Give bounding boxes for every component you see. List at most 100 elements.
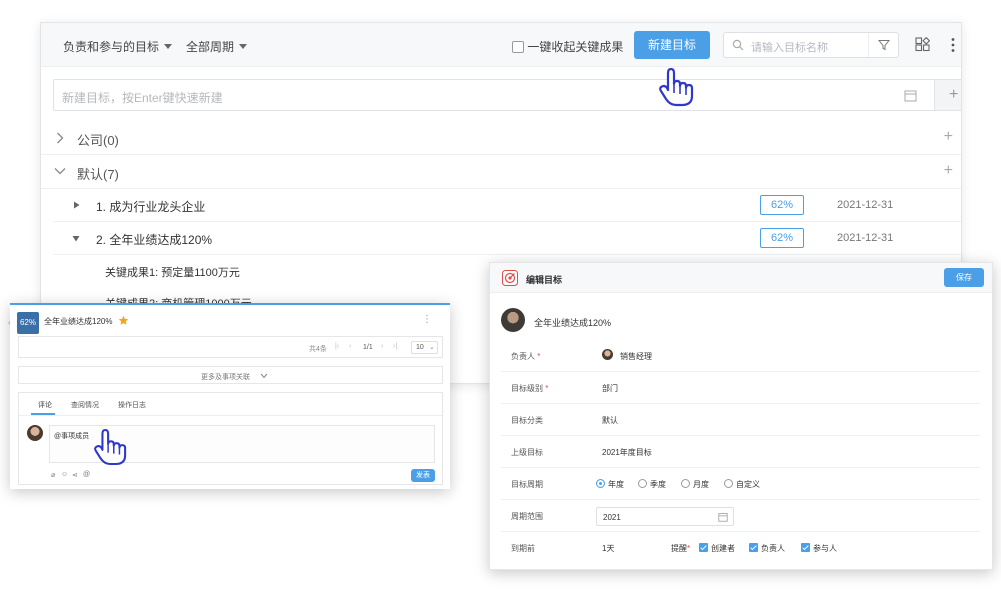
more-vertical-icon[interactable]: ⋮ xyxy=(422,314,432,325)
collapse-label: 一键收起关键成果 xyxy=(527,40,624,54)
field-category[interactable]: 目标分类 默认 xyxy=(501,404,981,436)
edit-panel-header: 编辑目标 保存 xyxy=(490,263,992,293)
triangle-right-icon[interactable] xyxy=(73,201,80,209)
chevron-down-icon: ⌄ xyxy=(429,344,435,351)
tab-divider xyxy=(19,415,442,416)
objective-row[interactable]: 2. 全年业绩达成120% 62% 2021-12-31 xyxy=(53,222,961,255)
tab-comments[interactable]: 评论 xyxy=(38,400,52,410)
category-label: 目标分类 xyxy=(511,416,543,425)
avatar xyxy=(27,425,43,441)
add-to-group-plus-icon[interactable]: + xyxy=(944,128,953,146)
quick-create-input[interactable]: 新建目标，按Enter键快速新建 + xyxy=(53,79,961,111)
tab-operation-log[interactable]: 操作日志 xyxy=(118,400,146,410)
checkbox-checked-icon xyxy=(749,543,758,552)
send-comment-button[interactable]: 发表 xyxy=(411,469,435,482)
cycle-option-year[interactable]: 年度 xyxy=(596,479,624,490)
chevron-down-icon xyxy=(260,373,268,379)
scope-filter-dropdown[interactable]: 负责和参与的目标 xyxy=(63,38,173,55)
radio-icon xyxy=(681,479,690,488)
remind-participant-checkbox[interactable]: 参与人 xyxy=(801,543,837,554)
search-icon xyxy=(732,39,744,51)
group-label: 公司(0) xyxy=(77,133,119,148)
page-size-select[interactable]: 10 ⌄ xyxy=(411,341,438,354)
filter-button[interactable] xyxy=(868,33,898,57)
more-associations-link[interactable]: 更多及事项关联 xyxy=(201,372,250,382)
caret-down-icon xyxy=(239,44,248,49)
first-page-icon[interactable]: |‹ xyxy=(335,343,339,350)
add-to-group-plus-icon[interactable]: + xyxy=(944,162,953,180)
range-label: 周期范围 xyxy=(511,512,543,521)
collapse-left-icon[interactable]: ‹ xyxy=(8,318,11,327)
radio-icon xyxy=(638,479,647,488)
quick-create-add-button[interactable]: + xyxy=(934,80,961,110)
level-label: 目标级别 * xyxy=(511,384,549,393)
mention-icon[interactable]: @ xyxy=(83,471,90,478)
next-page-icon[interactable]: › xyxy=(381,343,383,350)
goal-avatar xyxy=(501,308,525,332)
prev-page-icon[interactable]: ‹ xyxy=(349,343,351,350)
objective-title[interactable]: 1. 成为行业龙头企业 xyxy=(96,198,205,215)
calendar-icon xyxy=(718,513,728,522)
goal-title: 全年业绩达成120% xyxy=(534,318,612,328)
radio-selected-icon xyxy=(596,479,605,488)
triangle-down-icon[interactable] xyxy=(72,235,80,242)
owner-avatar xyxy=(602,349,613,360)
tab-read-status[interactable]: 查阅情况 xyxy=(71,400,99,410)
field-cycle: 目标周期 年度 季度 月度 自定义 xyxy=(501,468,981,500)
save-button[interactable]: 保存 xyxy=(944,268,984,287)
parent-label: 上级目标 xyxy=(511,448,543,457)
page-indicator: 1/1 xyxy=(363,344,373,351)
detail-title: 全年业绩达成120% xyxy=(44,317,113,326)
plus-icon: + xyxy=(949,86,959,103)
edit-goal-panel: 编辑目标 保存 全年业绩达成120% 负责人 * 销售经理 目标级别 * 部门 … xyxy=(489,262,993,570)
remind-owner-checkbox[interactable]: 负责人 xyxy=(749,543,785,554)
collapse-checkbox[interactable] xyxy=(512,41,524,53)
level-value: 部门 xyxy=(602,384,618,393)
last-page-icon[interactable]: ›| xyxy=(393,343,397,350)
remind-label: 提醒* xyxy=(671,544,691,553)
objective-row[interactable]: 1. 成为行业龙头企业 62% 2021-12-31 xyxy=(53,189,961,222)
group-default[interactable]: 默认(7) + xyxy=(41,155,961,189)
due-date: 2021-12-31 xyxy=(837,199,894,211)
cycle-option-quarter[interactable]: 季度 xyxy=(638,479,666,490)
emoji-icon[interactable]: ☺ xyxy=(61,471,68,478)
key-result-item[interactable]: 关键成果1: 预定量1100万元 xyxy=(105,264,240,280)
new-goal-button[interactable]: 新建目标 xyxy=(634,31,710,59)
total-count: 共4条 xyxy=(309,346,327,353)
cycle-option-month[interactable]: 月度 xyxy=(681,479,709,490)
range-picker[interactable]: 2021 xyxy=(596,507,734,526)
due-value[interactable]: 1天 xyxy=(602,543,614,554)
star-icon[interactable] xyxy=(118,315,129,326)
field-owner[interactable]: 负责人 * 销售经理 xyxy=(501,340,981,372)
period-filter-label: 全部周期 xyxy=(186,40,235,54)
progress-badge: 62% xyxy=(760,195,804,215)
progress-avatar: 62% xyxy=(17,312,39,334)
radio-icon xyxy=(724,479,733,488)
owner-value: 销售经理 xyxy=(620,352,652,361)
quick-create-placeholder: 新建目标，按Enter键快速新建 xyxy=(62,91,223,105)
search-box[interactable]: 请输入目标名称 xyxy=(723,32,899,58)
chevron-down-icon xyxy=(54,168,66,175)
field-level[interactable]: 目标级别 * 部门 xyxy=(501,372,981,404)
attachment-icon[interactable]: ⌀ xyxy=(51,471,55,479)
remind-creator-checkbox[interactable]: 创建者 xyxy=(699,543,735,554)
search-input[interactable]: 请输入目标名称 xyxy=(751,39,828,55)
objective-title[interactable]: 2. 全年业绩达成120% xyxy=(96,231,212,248)
cycle-option-custom[interactable]: 自定义 xyxy=(724,479,760,490)
more-vertical-icon[interactable] xyxy=(951,37,955,53)
layout-grid-icon[interactable] xyxy=(915,37,930,52)
target-logo-icon xyxy=(502,270,518,286)
range-value: 2021 xyxy=(603,513,621,522)
period-filter-dropdown[interactable]: 全部周期 xyxy=(186,38,248,55)
field-parent[interactable]: 上级目标 2021年度目标 xyxy=(501,436,981,468)
group-company[interactable]: 公司(0) + xyxy=(41,121,961,155)
calendar-icon[interactable] xyxy=(904,89,917,102)
collapse-key-results-toggle[interactable]: 一键收起关键成果 xyxy=(512,38,623,55)
share-icon[interactable]: ⋖ xyxy=(72,471,78,479)
goal-detail-panel: ‹ 62% 全年业绩达成120% ⋮ 共4条 |‹ ‹ 1/1 › ›| 10 … xyxy=(8,303,450,489)
edit-panel-title: 编辑目标 xyxy=(526,275,563,285)
due-date: 2021-12-31 xyxy=(837,232,894,244)
more-associations-bar[interactable]: 更多及事项关联 xyxy=(18,366,443,384)
hand-pointer-icon xyxy=(94,428,127,466)
toolbar: 负责和参与的目标 全部周期 一键收起关键成果 新建目标 请输入目标名称 xyxy=(41,23,961,67)
